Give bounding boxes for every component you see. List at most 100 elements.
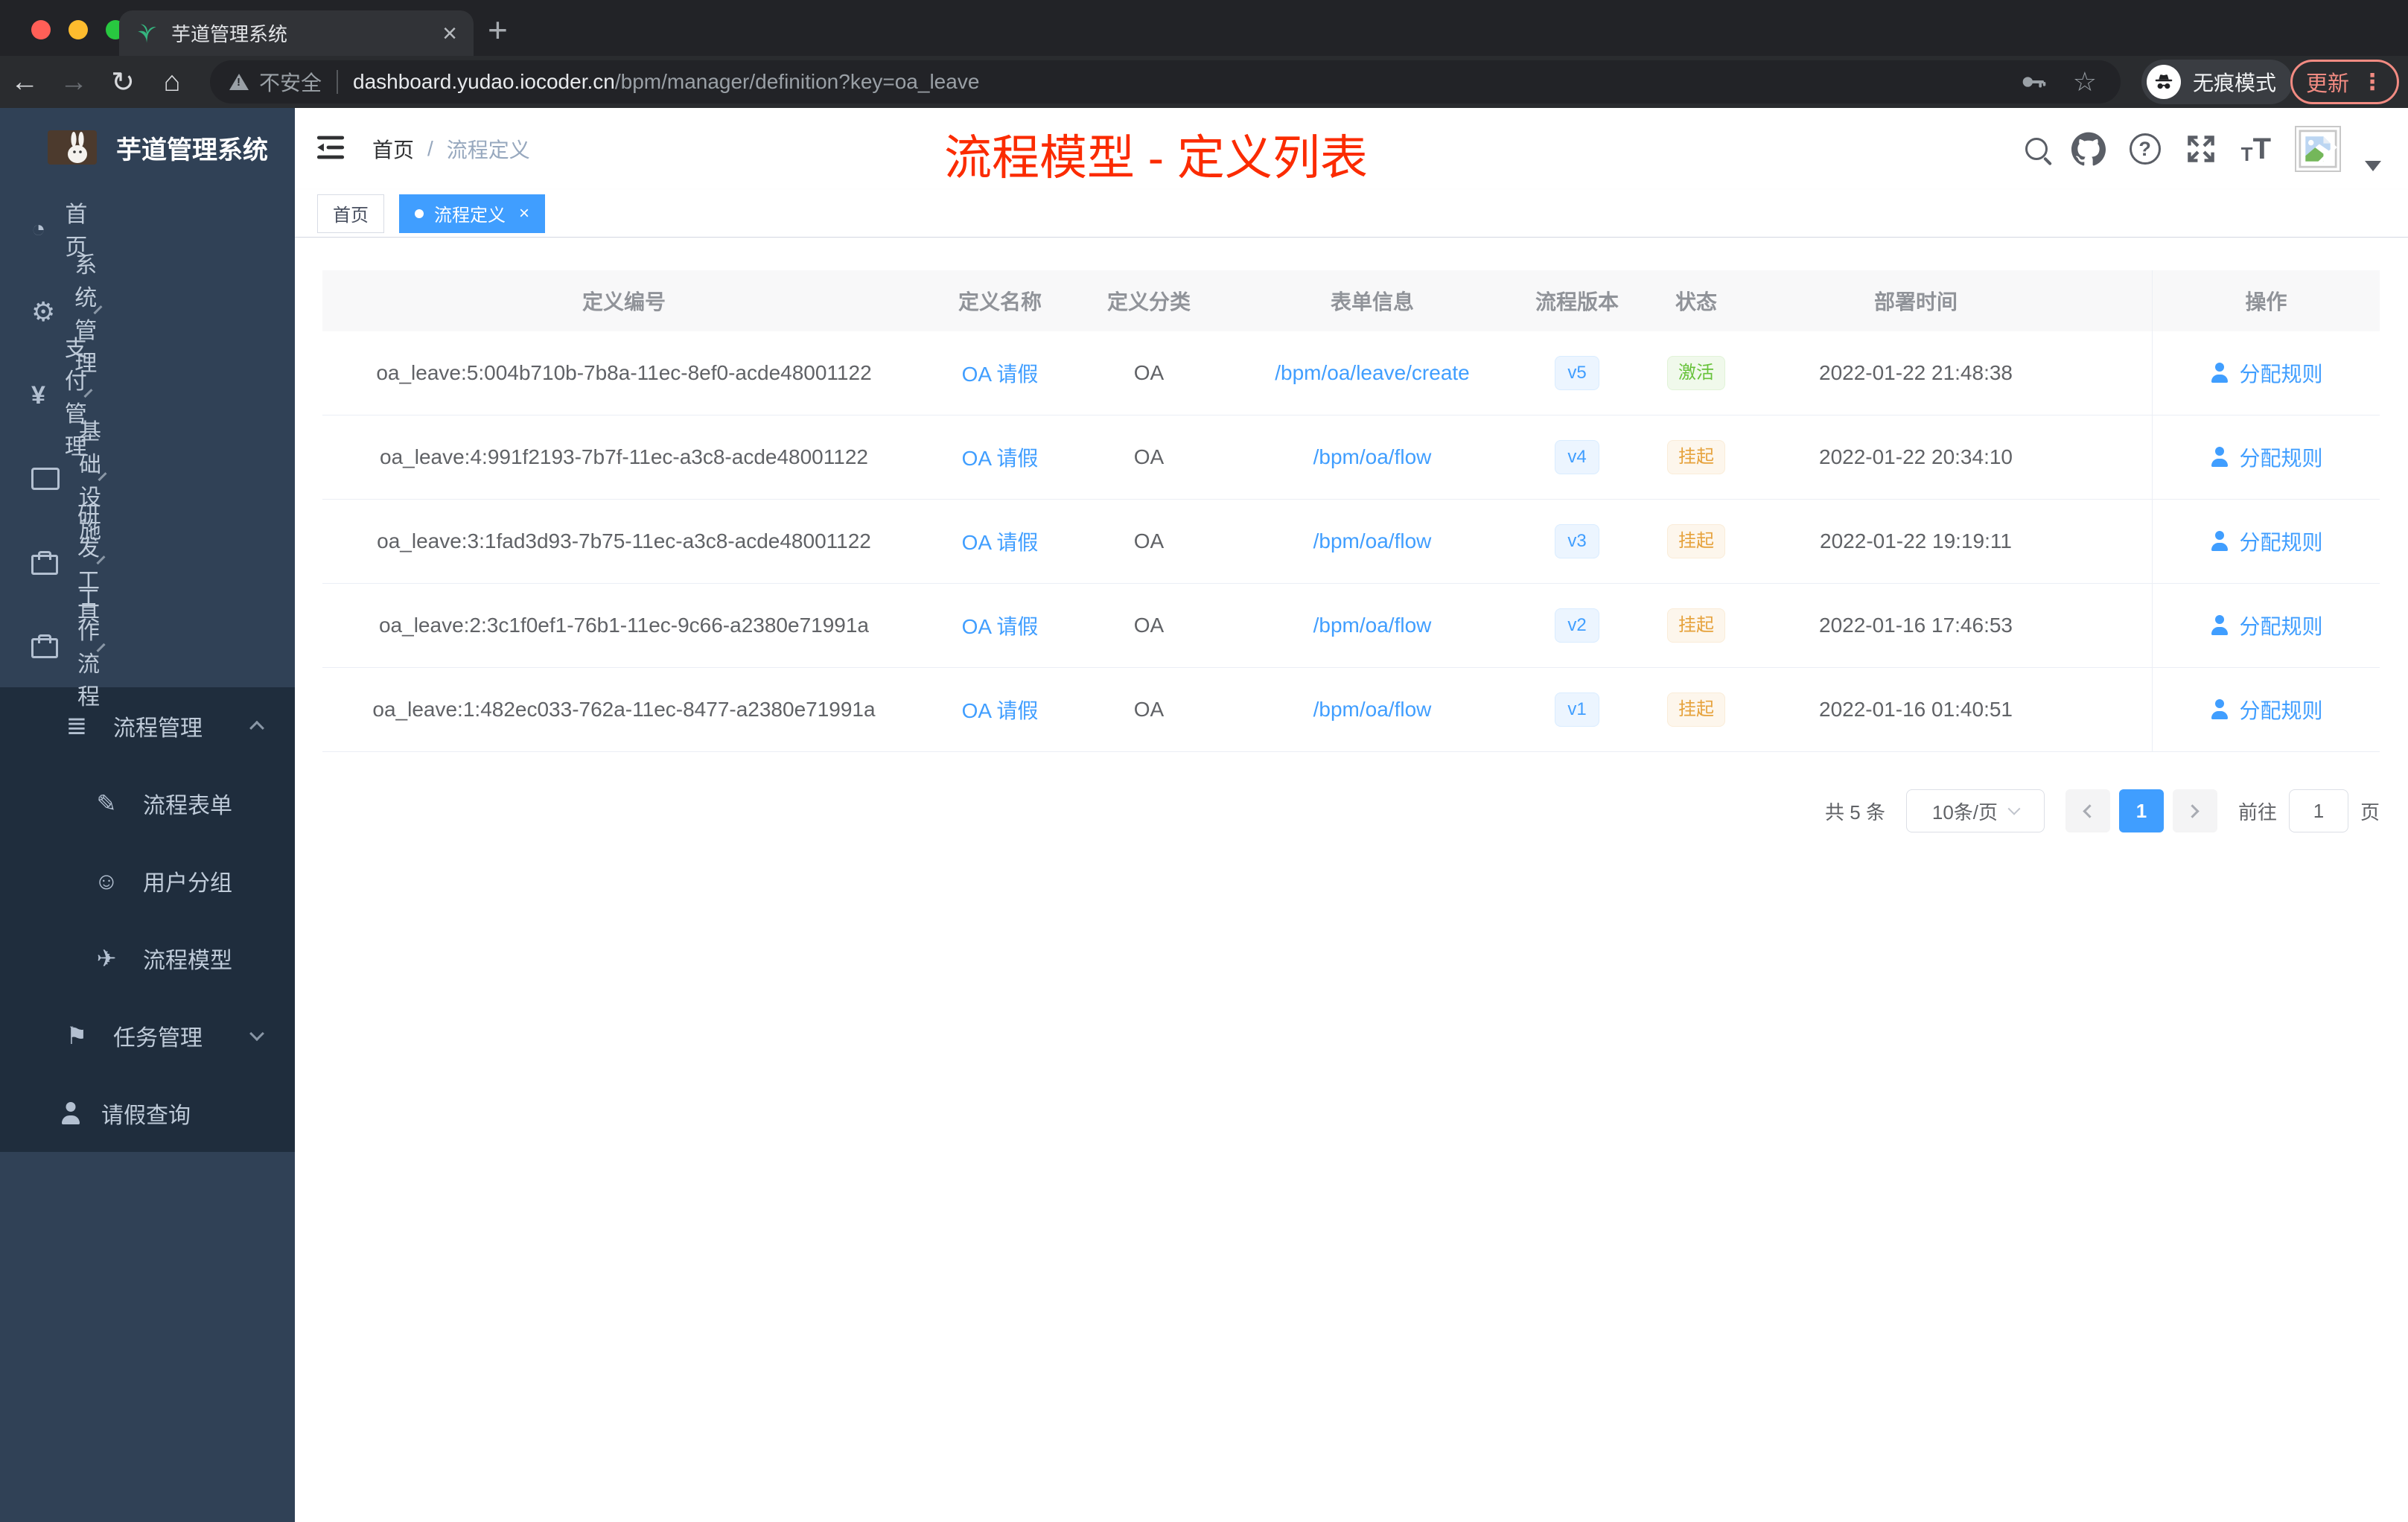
header-cell-name: 定义名称 — [958, 290, 1042, 313]
status-badge: 挂起 — [1667, 608, 1725, 643]
definition-name-link[interactable]: OA 请假 — [962, 695, 1039, 725]
page-size-select[interactable]: 10条/页 — [1905, 789, 2045, 832]
category-cell: OA — [1133, 698, 1165, 721]
sidebar-menu-item[interactable]: 研发工具 — [0, 503, 106, 626]
filler-cell — [2072, 668, 2152, 751]
definition-name-link[interactable]: OA 请假 — [962, 526, 1039, 556]
close-window-button[interactable] — [31, 20, 51, 39]
incognito-label: 无痕模式 — [2193, 71, 2277, 95]
header-cell-category: 定义分类 — [1106, 290, 1191, 313]
browser-chrome: 芋道管理系统 × + ← → ↻ ⌂ 不安全 dashboard.yudao.i… — [0, 0, 2408, 108]
tag-label: 首页 — [333, 206, 369, 226]
address-bar[interactable]: 不安全 dashboard.yudao.iocoder.cn/bpm/manag… — [210, 60, 2121, 104]
logo-rabbit-avatar — [48, 130, 97, 165]
sidebar-menu-item[interactable]: 任务管理 — [0, 997, 295, 1074]
search-icon[interactable] — [2025, 138, 2048, 160]
fullscreen-icon[interactable] — [2185, 133, 2217, 165]
header-cell-form: 表单信息 — [1330, 290, 1414, 313]
current-page-button[interactable]: 1 — [2118, 789, 2164, 832]
url-host: dashboard.yudao.iocoder.cn — [353, 70, 615, 93]
form-info-link[interactable]: /bpm/oa/flow — [1313, 698, 1432, 722]
sidebar-menu-item[interactable]: 流程表单 — [0, 765, 295, 842]
pagination-total: 共 5 条 — [1825, 800, 1885, 824]
sidebar-menu-item[interactable]: 基础设施 — [0, 420, 107, 543]
menu-fold-icon[interactable] — [314, 133, 347, 165]
breadcrumb-home[interactable]: 首页 — [372, 134, 414, 164]
jump-page-input[interactable]: 1 — [2288, 789, 2348, 832]
tag[interactable]: 首页 × — [317, 194, 384, 233]
forward-icon[interactable]: → — [49, 66, 98, 98]
definition-name-link[interactable]: OA 请假 — [962, 611, 1039, 640]
sidebar: 芋道管理系统 首页 系统管理 支付管理 基础设施 — [0, 108, 295, 1522]
assign-rule-link[interactable]: 分配规则 — [2209, 611, 2322, 640]
assign-rule-link[interactable]: 分配规则 — [2209, 526, 2322, 556]
minimize-window-button[interactable] — [69, 20, 88, 39]
sidebar-menu-item[interactable]: 用户分组 — [0, 842, 295, 920]
form-info-link[interactable]: /bpm/oa/leave/create — [1275, 361, 1470, 385]
home-icon[interactable]: ⌂ — [147, 66, 197, 98]
deploy-time-cell: 2022-01-16 01:40:51 — [1819, 698, 2013, 721]
github-icon[interactable] — [2071, 132, 2106, 166]
next-page-button[interactable] — [2172, 789, 2217, 832]
tag-active-dot — [415, 208, 424, 218]
form-info-link[interactable]: /bpm/oa/flow — [1313, 445, 1432, 469]
menu-item-label: 流程模型 — [143, 949, 232, 973]
reload-icon[interactable]: ↻ — [98, 66, 147, 99]
menu-item-label: 任务管理 — [113, 1026, 203, 1051]
filler-cell — [2072, 500, 2152, 583]
avatar-caret-icon[interactable] — [2365, 161, 2381, 171]
breadcrumb-current: 流程定义 — [446, 138, 530, 162]
tags-view-bar: 首页 × 流程定义 × — [295, 190, 2408, 238]
sidebar-menu-item[interactable]: 系统管理 — [0, 253, 103, 376]
new-tab-button[interactable]: + — [488, 10, 508, 49]
browser-toolbar: ← → ↻ ⌂ 不安全 dashboard.yudao.iocoder.cn/b… — [0, 56, 2408, 108]
definition-name-link[interactable]: OA 请假 — [962, 358, 1039, 388]
jump-prefix-label: 前往 — [2237, 800, 2277, 824]
sidebar-menu-item[interactable]: 支付管理 — [0, 337, 93, 459]
assign-rule-link[interactable]: 分配规则 — [2209, 695, 2322, 725]
avatar[interactable] — [2295, 126, 2341, 172]
browser-tab[interactable]: 芋道管理系统 × — [119, 10, 474, 56]
deploy-time-cell: 2022-01-22 19:19:11 — [1820, 529, 2012, 553]
tab-favicon-leaf-icon — [136, 22, 158, 45]
menu-item-icon — [89, 946, 124, 970]
definition-id-cell: oa_leave:4:991f2193-7b7f-11ec-a3c8-acde4… — [380, 445, 868, 468]
menu-item-icon — [31, 217, 45, 241]
version-badge: v2 — [1555, 608, 1599, 643]
sidebar-menu-item[interactable]: 流程管理 — [0, 687, 295, 765]
definition-id-cell: oa_leave:2:3c1f0ef1-76b1-11ec-9c66-a2380… — [378, 614, 869, 637]
category-cell: OA — [1133, 361, 1165, 384]
table-row: oa_leave:5:004b710b-7b8a-11ec-8ef0-acde4… — [322, 331, 2380, 415]
menu-item-icon — [60, 1102, 82, 1124]
sidebar-menu-item[interactable]: 首页 — [0, 187, 87, 270]
update-menu-button[interactable]: 更新 ⋮ — [2290, 60, 2400, 104]
definition-table: 定义编号 定义名称 定义分类 表单信息 流程版本 状态 部署时间 操作 oa_l… — [322, 270, 2380, 752]
key-icon[interactable] — [2018, 67, 2048, 97]
header-cell-actions: 操作 — [2152, 270, 2380, 331]
assign-rule-label: 分配规则 — [2239, 531, 2323, 554]
tab-close-icon[interactable]: × — [442, 21, 457, 46]
back-icon[interactable]: ← — [0, 66, 49, 98]
chevron-icon — [249, 1026, 264, 1042]
definition-id-cell: oa_leave:5:004b710b-7b8a-11ec-8ef0-acde4… — [376, 361, 872, 384]
form-info-link[interactable]: /bpm/oa/flow — [1313, 529, 1432, 553]
tag-close-icon[interactable]: × — [519, 203, 529, 224]
tag[interactable]: 流程定义 × — [399, 194, 546, 233]
deploy-time-cell: 2022-01-22 20:34:10 — [1819, 445, 2013, 468]
sidebar-logo-row: 芋道管理系统 — [0, 108, 295, 187]
font-size-icon[interactable] — [2241, 133, 2271, 166]
filler-cell — [2072, 415, 2152, 499]
sidebar-menu-item[interactable]: 请假查询 — [0, 1074, 295, 1152]
assign-rule-link[interactable]: 分配规则 — [2209, 358, 2322, 388]
bookmark-star-icon[interactable]: ☆ — [2073, 66, 2097, 98]
menu-item-icon — [31, 383, 45, 408]
sidebar-menu-item[interactable]: 工作流程 — [0, 587, 106, 710]
prev-page-button[interactable] — [2065, 789, 2110, 832]
chevron-icon — [249, 720, 264, 736]
chevron-left-icon — [2083, 803, 2098, 818]
help-icon[interactable] — [2129, 133, 2161, 165]
form-info-link[interactable]: /bpm/oa/flow — [1313, 614, 1432, 637]
assign-rule-link[interactable]: 分配规则 — [2209, 442, 2322, 472]
sidebar-menu-item[interactable]: 流程模型 — [0, 920, 295, 997]
definition-name-link[interactable]: OA 请假 — [962, 442, 1039, 472]
